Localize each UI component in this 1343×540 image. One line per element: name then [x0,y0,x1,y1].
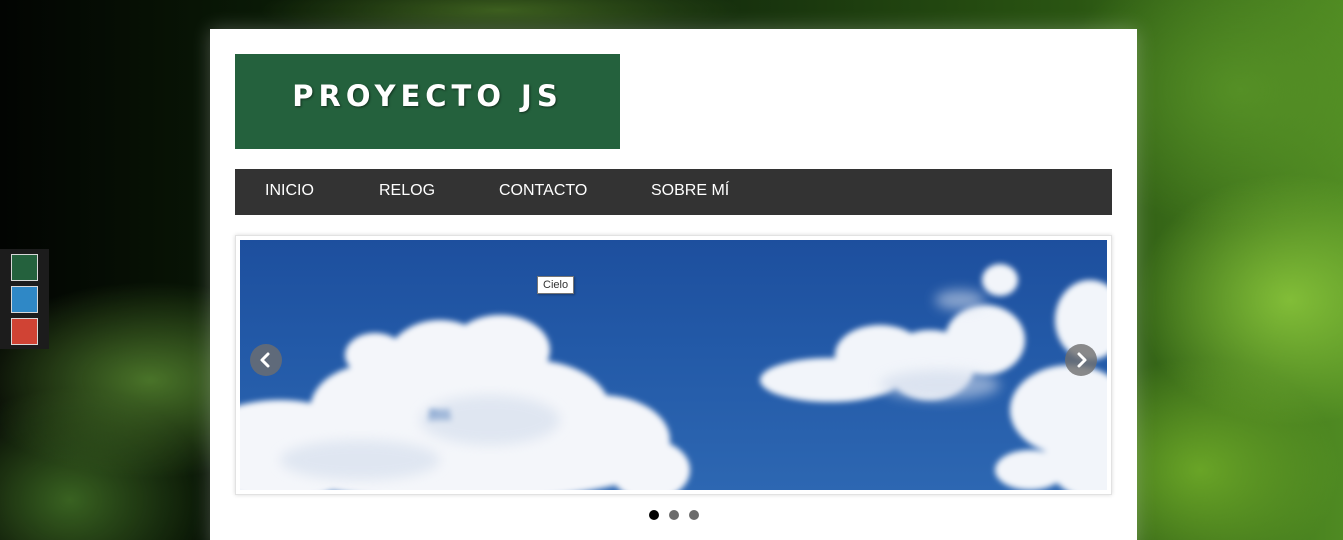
slide-tooltip: Cielo [537,276,575,294]
theme-swatch-blue[interactable] [11,286,38,313]
slide-image-sky: Cielo [240,240,1107,490]
chevron-right-icon [1077,352,1087,368]
site-logo[interactable]: PROYECTO JS [235,54,620,149]
slider-next-button[interactable] [1065,344,1097,376]
slider-prev-button[interactable] [250,344,282,376]
image-slider: Cielo [235,235,1112,495]
slider-dot-2[interactable] [668,510,679,520]
theme-swatch-red[interactable] [11,318,38,345]
theme-swatch-green[interactable] [11,254,38,281]
logo-text: PROYECTO JS [292,78,563,113]
nav-item-contacto[interactable]: CONTACTO [499,169,587,215]
sky-clouds-image [240,264,1107,490]
slider-dot-1[interactable] [648,510,659,520]
page-container: PROYECTO JS INICIO RELOG CONTACTO SOBRE … [210,29,1137,540]
theme-switcher [0,249,49,349]
nav-item-sobre-mi[interactable]: SOBRE MÍ [651,169,729,215]
main-nav: INICIO RELOG CONTACTO SOBRE MÍ [235,169,1112,215]
chevron-left-icon [260,352,270,368]
nav-item-inicio[interactable]: INICIO [265,169,314,215]
nav-item-relog[interactable]: RELOG [379,169,435,215]
slider-pagination [210,510,1137,522]
slider-dot-3[interactable] [688,510,699,520]
